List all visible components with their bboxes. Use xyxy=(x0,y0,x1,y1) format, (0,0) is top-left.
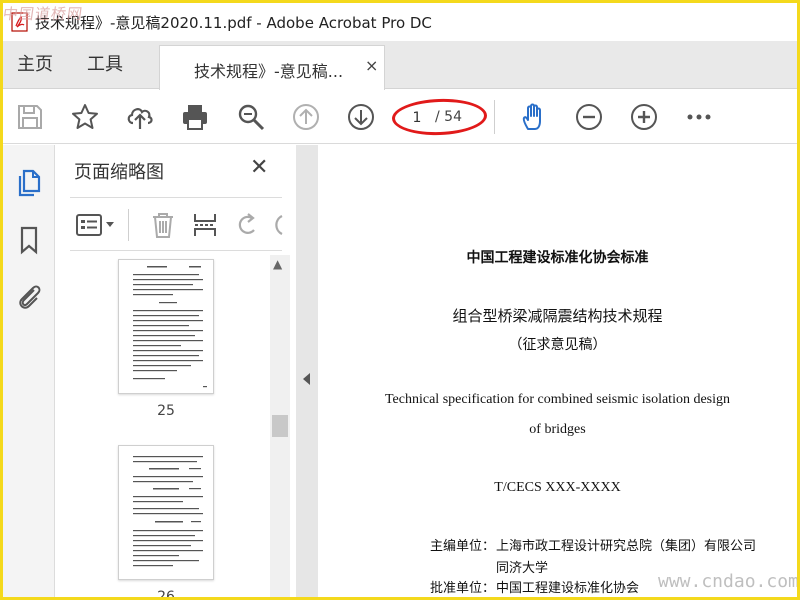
arrow-down-icon[interactable] xyxy=(346,102,376,132)
editor-label: 主编单位： xyxy=(430,539,496,554)
editor-unit-2: 同济大学 xyxy=(496,561,549,576)
document-title-en-line2: of bridges xyxy=(529,422,586,437)
bookmark-ribbon-icon[interactable] xyxy=(14,225,44,255)
cloud-upload-icon[interactable] xyxy=(125,102,155,132)
rotate-clockwise-icon[interactable] xyxy=(274,212,284,238)
thumbnail-options-icon[interactable] xyxy=(76,213,120,237)
tab-document-label: 技术规程》-意见稿... xyxy=(194,62,344,81)
standard-code: T/CECS XXX-XXXX xyxy=(494,480,621,495)
approver-unit: 中国工程建设标准化协会 xyxy=(496,581,640,596)
paperclip-icon[interactable] xyxy=(14,281,44,311)
toolbar-divider xyxy=(494,100,495,134)
pages-icon[interactable] xyxy=(14,167,44,197)
panel-divider xyxy=(70,250,282,251)
thumbnail-page-number: 26 xyxy=(157,589,175,597)
panel-collapse-bar[interactable] xyxy=(296,145,318,597)
insert-page-icon[interactable] xyxy=(192,211,218,239)
left-rail xyxy=(3,145,55,597)
document-title-cn: 组合型桥梁减隔震结构技术规程 xyxy=(452,307,663,325)
title-bar: 技术规程》-意见稿2020.11.pdf - Adobe Acrobat Pro… xyxy=(3,3,797,41)
tab-document[interactable]: 技术规程》-意见稿... × xyxy=(159,45,385,90)
document-view: 中国工程建设标准化协会标准 组合型桥梁减隔震结构技术规程 （征求意见稿） Tec… xyxy=(318,145,797,597)
thumbnail-scrollbar[interactable]: ▲ xyxy=(270,255,290,597)
document-subtitle: （征求意见稿） xyxy=(508,337,607,353)
editor-unit-1: 上海市政工程设计研究总院（集团）有限公司 xyxy=(496,539,757,554)
scroll-up-icon[interactable]: ▲ xyxy=(273,257,282,271)
panel-divider xyxy=(70,197,282,198)
rotate-icon[interactable] xyxy=(234,212,260,238)
save-icon[interactable] xyxy=(15,102,45,132)
acrobat-window: 技术规程》-意见稿2020.11.pdf - Adobe Acrobat Pro… xyxy=(3,3,797,597)
collapse-arrow-icon[interactable] xyxy=(303,373,310,385)
thumbnail-page[interactable] xyxy=(118,445,214,580)
watermark-logo: 中国道桥网 xyxy=(3,5,85,23)
toolbar: / 54 xyxy=(3,90,797,144)
thumbnail-list: 25 26 xyxy=(56,255,282,597)
thumbnail-page-number: 25 xyxy=(157,403,175,419)
close-panel-icon[interactable]: ✕ xyxy=(250,155,268,180)
window-title: 技术规程》-意见稿2020.11.pdf - Adobe Acrobat Pro… xyxy=(35,14,432,32)
scrollbar-thumb[interactable] xyxy=(272,415,288,437)
thumbnail-page[interactable] xyxy=(118,259,214,394)
panel-title: 页面缩略图 xyxy=(74,162,164,183)
trash-icon[interactable] xyxy=(150,211,176,239)
more-icon[interactable] xyxy=(684,102,714,132)
approver-label: 批准单位： xyxy=(430,581,496,596)
plus-circle-icon[interactable] xyxy=(629,102,659,132)
standard-header: 中国工程建设标准化协会标准 xyxy=(466,250,649,266)
hand-icon[interactable] xyxy=(519,102,549,132)
star-icon[interactable] xyxy=(70,102,100,132)
close-tab-icon[interactable]: × xyxy=(365,56,378,75)
minus-circle-icon[interactable] xyxy=(574,102,604,132)
panel-toolbar xyxy=(70,205,284,245)
tools-divider xyxy=(128,209,129,241)
watermark-url: www.cndao.com xyxy=(658,571,797,592)
tab-home[interactable]: 主页 xyxy=(17,41,53,89)
zoom-search-icon[interactable] xyxy=(236,102,266,132)
thumbnail-panel: 页面缩略图 ✕ 25 26 ▲ xyxy=(56,145,296,597)
print-icon[interactable] xyxy=(180,102,210,132)
document-title-en-line1: Technical specification for combined sei… xyxy=(384,392,731,407)
tab-tools[interactable]: 工具 xyxy=(87,41,123,89)
tab-bar: 主页 工具 技术规程》-意见稿... × xyxy=(3,41,797,90)
arrow-up-icon[interactable] xyxy=(291,102,321,132)
